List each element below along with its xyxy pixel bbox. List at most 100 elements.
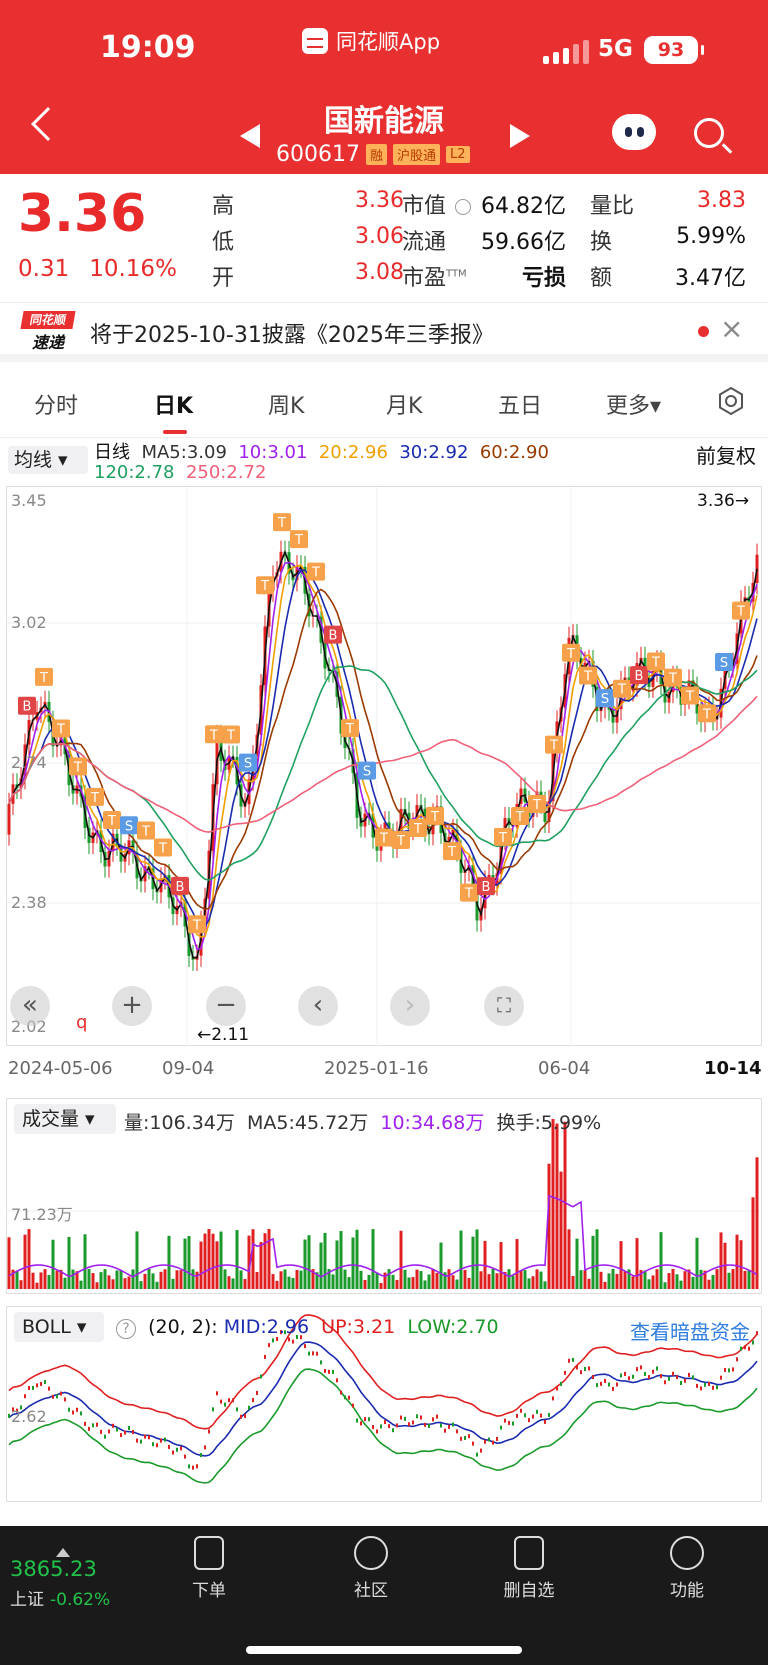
- pe-row: 市盈TTM 亏损: [402, 260, 566, 292]
- volume-bar: [239, 1270, 243, 1289]
- volume-bar: [535, 1269, 539, 1289]
- kline-svg: BTTTTT S TTBTT TSTTTTBTST TTTTT BTTTTTTSTBTTT…: [7, 487, 763, 1047]
- volume-bar: [331, 1274, 335, 1289]
- svg-text:S: S: [363, 765, 371, 780]
- tab-weekly-k[interactable]: 周K: [268, 388, 304, 420]
- nav-community[interactable]: 社区: [326, 1536, 416, 1601]
- boll-candle: [688, 1372, 690, 1377]
- nav-remove-watchlist[interactable]: 删自选: [484, 1536, 574, 1601]
- volume-bar: [191, 1269, 195, 1289]
- notice-bar[interactable]: 同花顺 速递 将于2025-10-31披露《2025年三季报》: [0, 302, 768, 362]
- search-icon[interactable]: [694, 118, 724, 148]
- adjust-mode[interactable]: 前复权: [696, 440, 756, 469]
- boll-candle: [304, 1344, 306, 1349]
- q-icon[interactable]: q: [76, 1012, 87, 1033]
- tab-five-day[interactable]: 五日: [498, 388, 542, 420]
- volume-bar: [491, 1269, 495, 1289]
- signal-tag-t: T: [103, 810, 121, 829]
- volume-bar: [283, 1269, 287, 1289]
- app-icon: [302, 28, 328, 54]
- boll-candle: [8, 1413, 10, 1418]
- ma-selector[interactable]: 均线 ▾: [8, 446, 88, 474]
- volume-bar: [79, 1280, 83, 1289]
- boll-candle: [460, 1436, 462, 1441]
- boll-candle: [244, 1413, 246, 1418]
- boll-candle: [40, 1381, 42, 1386]
- volume-bar: [623, 1271, 627, 1289]
- boll-candle: [604, 1378, 606, 1383]
- boll-candle: [164, 1437, 166, 1442]
- help-icon[interactable]: ?: [116, 1319, 136, 1339]
- volume-selector[interactable]: 成交量 ▾: [14, 1104, 116, 1134]
- signal-icon: [543, 40, 589, 64]
- volume-bar: [387, 1269, 391, 1289]
- volume-bar: [507, 1269, 511, 1289]
- volume-bar: [307, 1235, 311, 1289]
- boll-candle: [32, 1385, 34, 1390]
- nav-functions[interactable]: 功能: [642, 1536, 732, 1601]
- volume-bar: [551, 1119, 555, 1289]
- sh-index[interactable]: 3865.23 上证 -0.62%: [10, 1548, 110, 1610]
- fullscreen-icon[interactable]: ⛶: [484, 986, 524, 1026]
- boll-candle: [484, 1439, 486, 1444]
- boll-candle: [740, 1346, 742, 1351]
- zoom-out-icon[interactable]: −: [206, 986, 246, 1026]
- volume-bar: [23, 1234, 27, 1289]
- boll-selector[interactable]: BOLL ▾: [14, 1312, 104, 1342]
- rewind-icon[interactable]: «: [10, 986, 50, 1026]
- svg-text:T: T: [90, 791, 99, 806]
- tab-intraday[interactable]: 分时: [34, 388, 78, 420]
- svg-text:B: B: [176, 880, 185, 895]
- boll-candle: [656, 1366, 658, 1371]
- next-stock-icon[interactable]: [510, 124, 530, 148]
- vol-ratio-row: 量比 3.83: [590, 188, 746, 219]
- scroll-right-icon[interactable]: ›: [390, 986, 430, 1026]
- volume-bar: [291, 1277, 295, 1289]
- tab-daily-k[interactable]: 日K: [154, 388, 193, 420]
- svg-text:S: S: [244, 757, 252, 772]
- volume-bar: [451, 1275, 455, 1289]
- volume-legend: 量:106.34万 MA5:45.72万 10:34.68万 换手:5.99%: [124, 1112, 602, 1134]
- volume-bar: [127, 1276, 131, 1289]
- signal-tag-b: B: [171, 876, 189, 895]
- dark-pool-link[interactable]: 查看暗盘资金: [630, 1316, 750, 1345]
- boll-candle: [48, 1386, 50, 1391]
- ths-express-logo: 同花顺 速递: [20, 311, 76, 355]
- volume-bar: [555, 1123, 559, 1289]
- signal-tag-t: T: [664, 668, 682, 687]
- boll-candle: [608, 1382, 610, 1387]
- signal-tag-t: T: [52, 719, 70, 738]
- boll-candle: [116, 1427, 118, 1432]
- boll-candle: [488, 1437, 490, 1442]
- high-row: 高 3.36: [212, 188, 404, 219]
- volume-bar: [539, 1271, 543, 1289]
- nav-order[interactable]: 下单: [164, 1536, 254, 1601]
- settings-icon[interactable]: [716, 386, 746, 416]
- date-label-2: 09-04: [162, 1058, 215, 1079]
- tab-more[interactable]: 更多▾: [606, 388, 661, 420]
- boll-candle: [752, 1340, 754, 1345]
- boll-candle: [492, 1440, 494, 1445]
- assistant-robot-icon[interactable]: [612, 114, 656, 150]
- volume-bar: [719, 1232, 723, 1289]
- volume-bar: [599, 1271, 603, 1289]
- volume-bar: [39, 1272, 43, 1289]
- svg-text:T: T: [56, 722, 65, 737]
- volume-bar: [143, 1273, 147, 1289]
- volume-bar: [279, 1271, 283, 1289]
- scroll-left-icon[interactable]: ‹: [298, 986, 338, 1026]
- zoom-in-icon[interactable]: +: [112, 986, 152, 1026]
- boll-candle: [172, 1450, 174, 1455]
- boll-candle: [24, 1394, 26, 1399]
- home-indicator[interactable]: [246, 1646, 522, 1654]
- tab-monthly-k[interactable]: 月K: [386, 388, 422, 420]
- signal-tag-t: T: [273, 513, 291, 532]
- kline-chart[interactable]: BTTTTTSTTBTTTSTTTTBTSTTTTTTBTTTTTTSTBTTT…: [6, 486, 763, 1047]
- volume-bars: [7, 1119, 759, 1289]
- close-icon[interactable]: ×: [720, 312, 743, 345]
- volume-bar: [567, 1229, 571, 1289]
- volume-bar: [231, 1278, 235, 1289]
- boll-candle: [556, 1386, 558, 1391]
- prev-stock-icon[interactable]: [240, 124, 260, 148]
- volume-bar: [615, 1273, 619, 1289]
